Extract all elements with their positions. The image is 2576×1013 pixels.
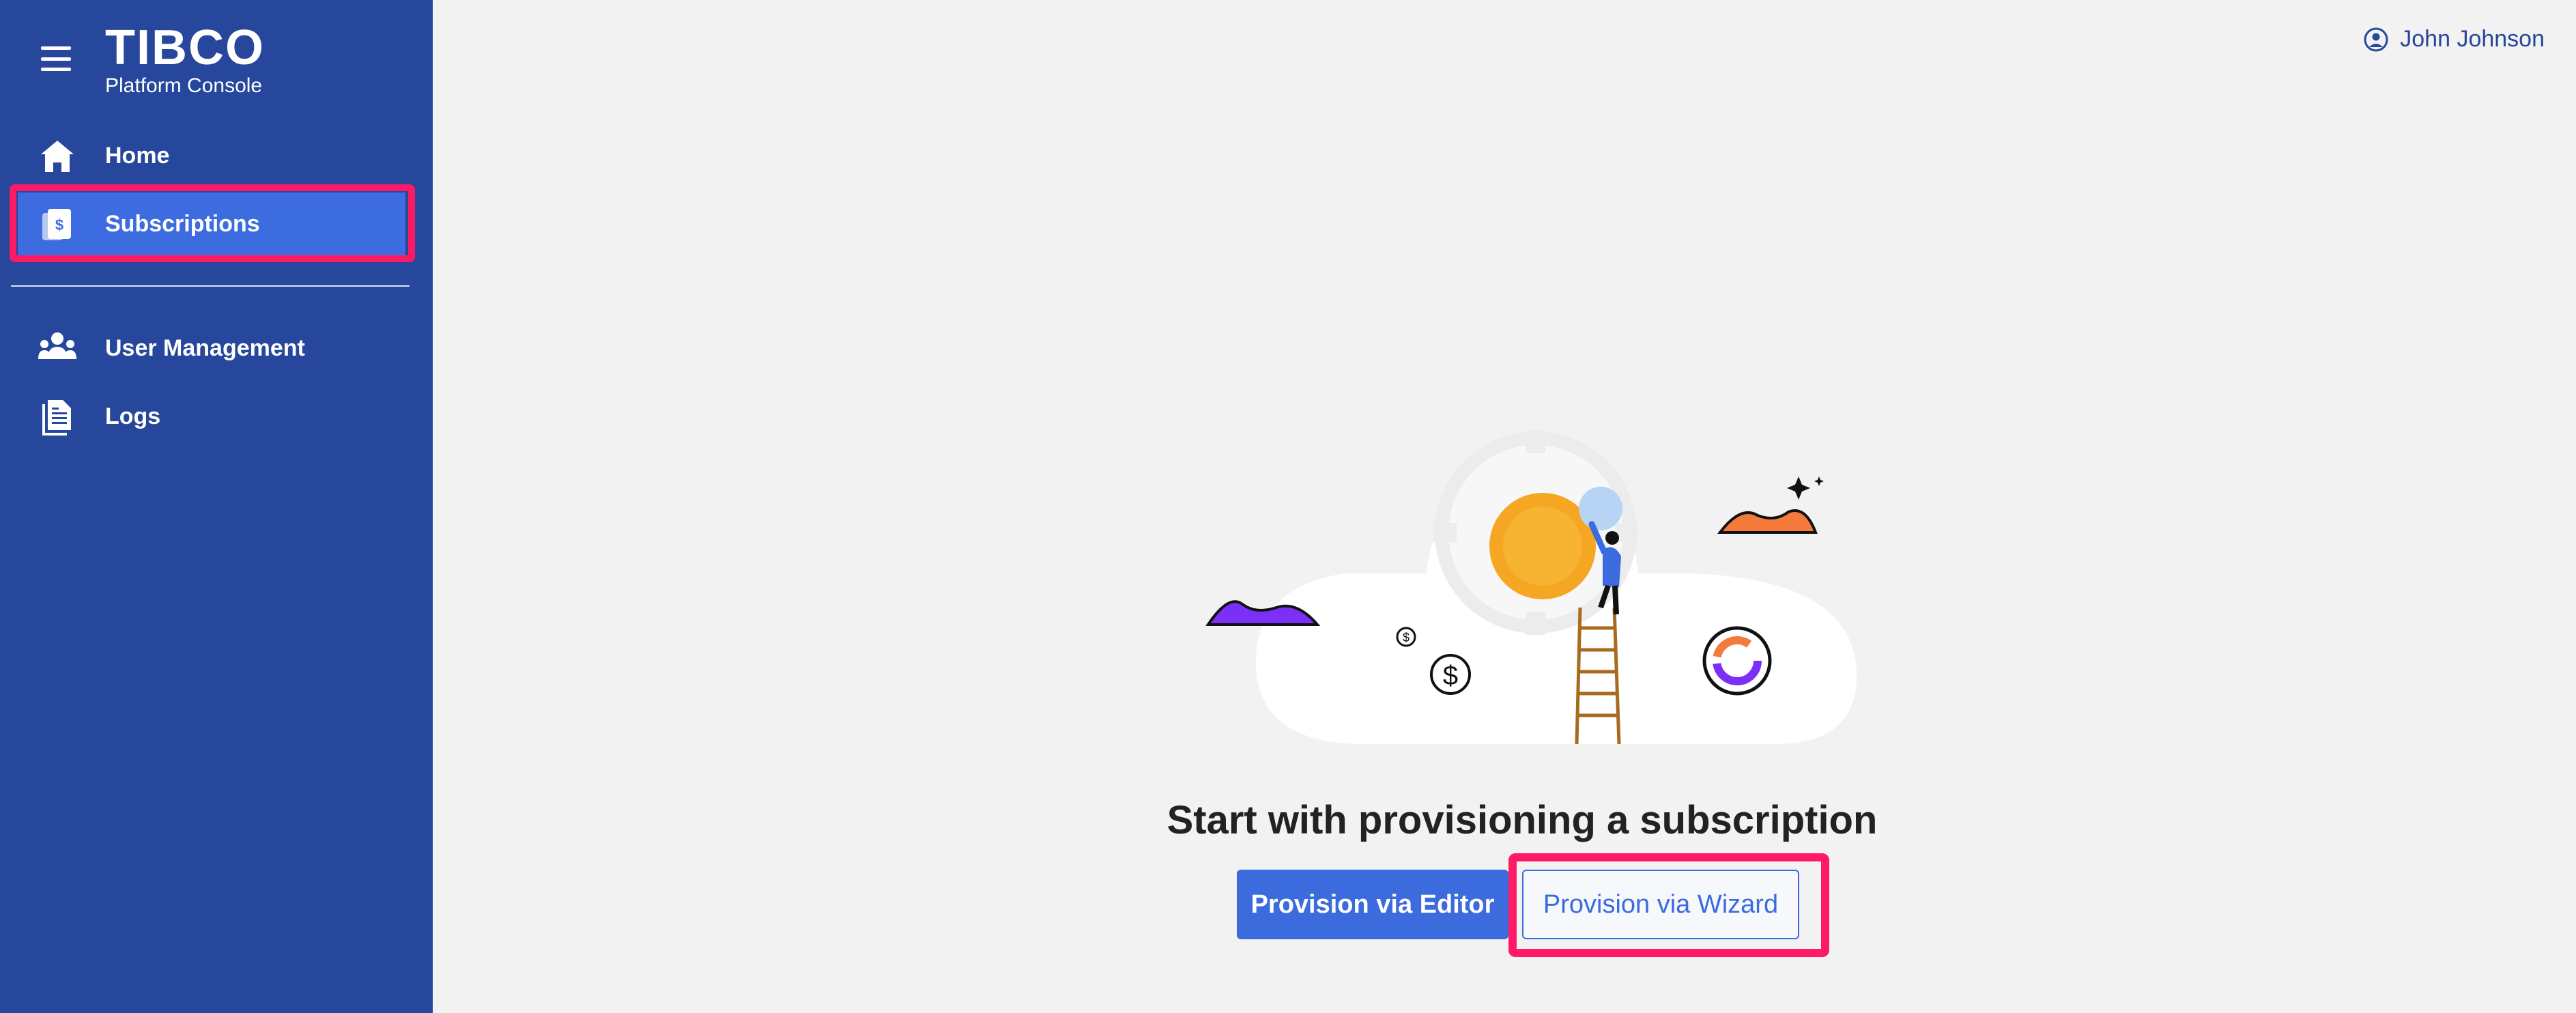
user-circle-icon (2363, 27, 2389, 53)
users-icon (37, 328, 78, 369)
sidebar-item-logs[interactable]: Logs (27, 388, 410, 445)
user-menu[interactable]: John Johnson (2363, 26, 2545, 53)
provisioning-illustration: $ $ (1201, 403, 1857, 751)
brand-product: Platform Console (105, 74, 263, 97)
menu-toggle-icon[interactable] (41, 44, 71, 74)
brand-name: TIBCO (105, 20, 265, 75)
sidebar: TIBCO Platform Console Home $ Subscripti… (0, 0, 433, 1013)
empty-state-title: Start with provisioning a subscription (1167, 798, 1878, 842)
sidebar-item-label: Subscriptions (105, 210, 260, 237)
sidebar-item-user-management[interactable]: User Management (27, 319, 410, 377)
sidebar-item-label: Logs (105, 403, 161, 429)
home-icon (37, 135, 78, 176)
sidebar-item-label: Home (105, 142, 170, 169)
subscription-icon: $ (37, 203, 78, 244)
svg-text:$: $ (1443, 661, 1458, 691)
sidebar-item-subscriptions[interactable]: $ Subscriptions (27, 195, 410, 253)
sidebar-divider (11, 285, 410, 287)
svg-text:$: $ (55, 216, 63, 233)
sidebar-item-home[interactable]: Home (27, 127, 410, 184)
brand-logo[interactable]: TIBCO Platform Console (105, 23, 265, 98)
logs-icon (37, 396, 78, 437)
svg-text:$: $ (1403, 631, 1409, 644)
user-name: John Johnson (2400, 26, 2545, 52)
provision-via-editor-button[interactable]: Provision via Editor (1237, 870, 1508, 939)
provision-via-wizard-button[interactable]: Provision via Wizard (1522, 870, 1799, 939)
sidebar-item-label: User Management (105, 334, 305, 361)
